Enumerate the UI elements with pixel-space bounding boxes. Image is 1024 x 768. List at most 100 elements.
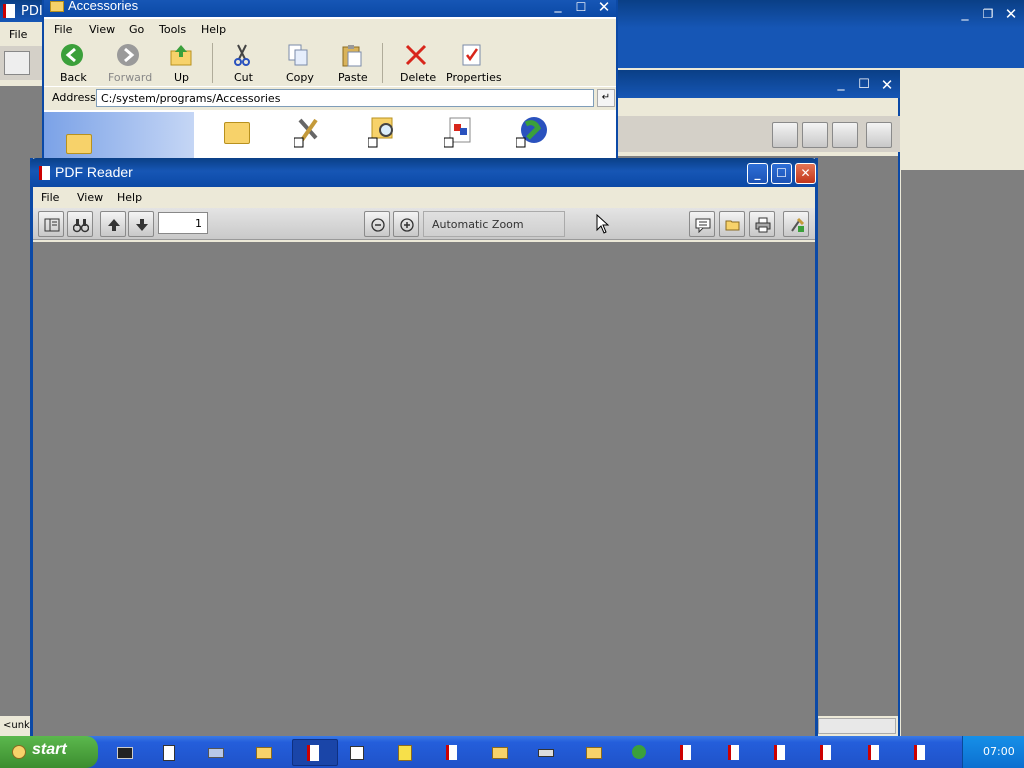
folder-icon [256, 747, 272, 759]
close-button[interactable]: ✕ [594, 0, 614, 16]
start-button[interactable]: start [0, 736, 98, 768]
minimize-button[interactable]: _ [548, 0, 568, 16]
menu-view[interactable]: View [77, 191, 103, 204]
close-button[interactable]: ✕ [795, 163, 816, 184]
sidebar-toggle-icon[interactable] [4, 51, 30, 75]
network-icon [208, 748, 224, 758]
menu-help[interactable]: Help [117, 191, 142, 204]
window-title: Accessories [68, 0, 139, 13]
up-folder-icon [170, 45, 192, 66]
properties-label: Properties [446, 71, 502, 84]
taskbar-item-folder[interactable] [480, 741, 520, 765]
background-window-title: PDI [21, 4, 43, 19]
taskbar-item-pdf[interactable] [666, 741, 706, 765]
maximize-button[interactable]: ☐ [854, 75, 874, 95]
pdf-icon [868, 745, 879, 760]
go-button[interactable]: ↵ [597, 89, 615, 107]
open-file-button[interactable] [719, 211, 745, 237]
taskbar-item-folder[interactable] [244, 741, 284, 765]
restore-button[interactable]: ❐ [978, 4, 998, 24]
tools-button[interactable] [783, 211, 809, 237]
properties-button[interactable]: Properties [444, 41, 502, 85]
copy-label: Copy [286, 71, 314, 84]
close-button[interactable]: ✕ [877, 75, 897, 95]
previous-page-button[interactable] [100, 211, 126, 237]
taskbar-item-pdf[interactable] [900, 741, 940, 765]
zoom-select[interactable]: Automatic Zoom [423, 211, 565, 237]
menu-help[interactable]: Help [201, 23, 226, 36]
mouse-pointer-icon [596, 214, 610, 234]
tools-icon[interactable] [866, 122, 892, 148]
taskbar-item-network[interactable] [196, 741, 236, 765]
accessories-toolbar: Back Forward Up Cut Copy Paste Delete Pr… [44, 39, 616, 86]
tree-icon [632, 745, 646, 759]
comment-button[interactable] [689, 211, 715, 237]
next-page-button[interactable] [128, 211, 154, 237]
copy-button[interactable]: Copy [280, 41, 314, 85]
taskbar-item-notes[interactable] [150, 741, 190, 765]
shortcut-image-icon[interactable] [444, 116, 474, 148]
folder-item-icon[interactable] [224, 122, 250, 144]
accessories-menubar: File View Go Tools Help [44, 19, 616, 39]
taskbar-item-calendar[interactable] [338, 741, 378, 765]
taskbar-item-pdf[interactable] [806, 741, 846, 765]
taskbar-item-sticky[interactable] [386, 741, 426, 765]
taskbar-item-pdf-active[interactable] [292, 739, 338, 766]
device-icon [538, 749, 554, 757]
shortcut-globe-icon[interactable] [516, 114, 550, 148]
taskbar-item-folder[interactable] [574, 741, 614, 765]
minimize-button[interactable]: _ [955, 4, 975, 24]
pdf-titlebar [30, 158, 818, 187]
forward-button[interactable]: Forward [104, 41, 154, 85]
back-button[interactable]: Back [52, 41, 92, 85]
shortcut-tools-icon[interactable] [294, 116, 324, 148]
address-input[interactable]: C:/system/programs/Accessories [96, 89, 594, 107]
zoom-in-button[interactable] [393, 211, 419, 237]
delete-button[interactable]: Delete [396, 41, 436, 85]
comment-icon[interactable] [772, 122, 798, 148]
page-number-input[interactable]: 1 [158, 212, 208, 234]
copy-icon [288, 44, 308, 66]
find-button[interactable] [67, 211, 93, 237]
folder-icon [492, 747, 508, 759]
taskbar-item-pdf[interactable] [432, 741, 472, 765]
taskbar-item-pdf[interactable] [714, 741, 754, 765]
taskbar-item-device[interactable] [526, 741, 566, 765]
back-arrow-icon [61, 44, 83, 66]
close-button[interactable]: ✕ [1001, 4, 1021, 24]
cut-label: Cut [234, 71, 253, 84]
print-icon[interactable] [832, 122, 858, 148]
sidebar-toggle-button[interactable] [38, 211, 64, 237]
minimize-button[interactable]: _ [831, 75, 851, 95]
menu-view[interactable]: View [89, 23, 115, 36]
pdf-document-area[interactable] [33, 242, 815, 738]
maximize-button[interactable]: ☐ [571, 0, 591, 16]
clock[interactable]: 07:00 [983, 745, 1015, 758]
address-bar: Address C:/system/programs/Accessories ↵ [44, 86, 616, 110]
menu-file[interactable]: File [54, 23, 72, 36]
up-button[interactable]: Up [166, 41, 196, 85]
background-document-area [901, 170, 1024, 736]
sidebar-icon [44, 218, 60, 232]
forward-arrow-icon [117, 44, 139, 66]
background-menu-file[interactable]: File [9, 28, 27, 41]
taskbar-item-pdf[interactable] [760, 741, 800, 765]
taskbar-item-game[interactable] [620, 741, 660, 765]
taskbar-item-pdf[interactable] [854, 741, 894, 765]
open-folder-icon[interactable] [802, 122, 828, 148]
menu-tools[interactable]: Tools [159, 23, 186, 36]
minimize-button[interactable]: _ [747, 163, 768, 184]
zoom-out-button[interactable] [364, 211, 390, 237]
menu-file[interactable]: File [41, 191, 59, 204]
cut-button[interactable]: Cut [226, 41, 256, 85]
maximize-button[interactable]: ☐ [771, 163, 792, 184]
horizontal-scrollbar[interactable] [818, 718, 896, 734]
shortcut-search-icon[interactable] [368, 116, 400, 148]
paste-button[interactable]: Paste [334, 41, 370, 85]
folder-content-area [44, 112, 616, 158]
print-button[interactable] [749, 211, 775, 237]
taskbar-item-terminal[interactable] [106, 741, 146, 765]
menu-go[interactable]: Go [129, 23, 144, 36]
toolbar-separator [382, 43, 383, 83]
binoculars-icon [73, 219, 89, 233]
